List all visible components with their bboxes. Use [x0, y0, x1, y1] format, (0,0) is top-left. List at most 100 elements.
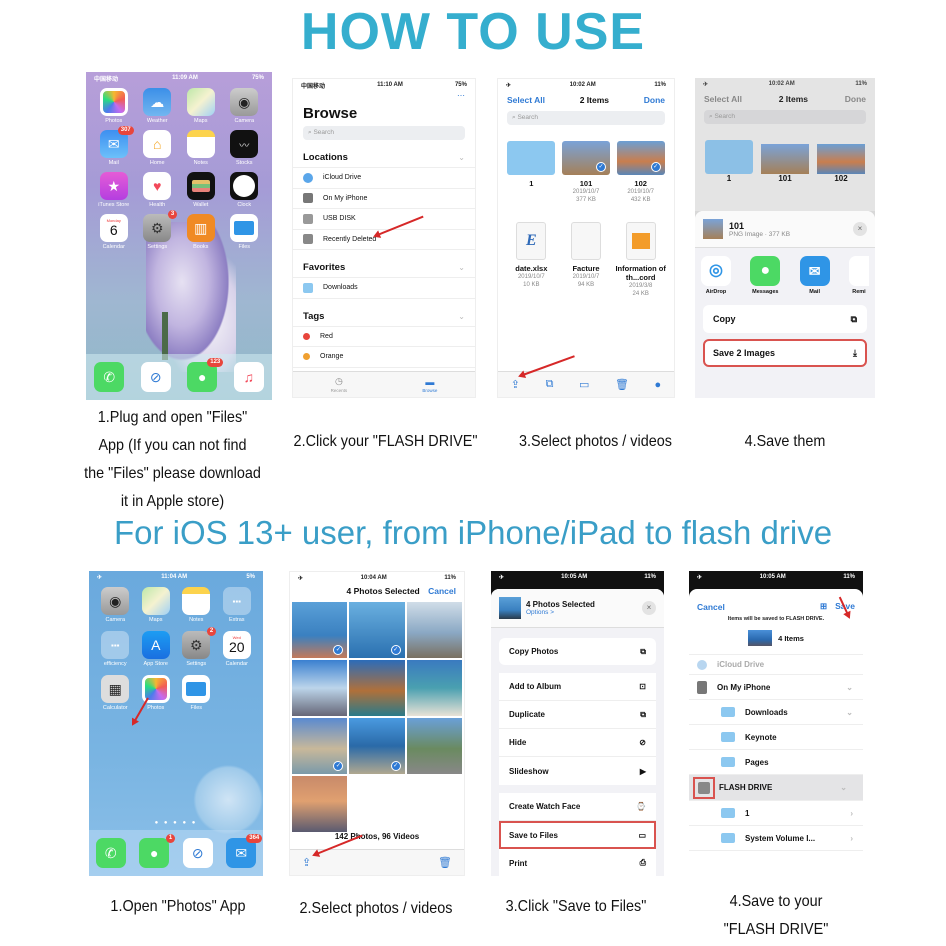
app-wallet[interactable]: Wallet	[179, 172, 223, 208]
app-calendar[interactable]: Monday 6 Calendar	[92, 214, 136, 250]
trash-icon[interactable]: 🗑	[438, 856, 452, 869]
folder-downloads[interactable]: Downloads ⌄	[689, 700, 863, 725]
cancel-button[interactable]: Cancel	[697, 602, 725, 612]
folder-system-volume[interactable]: System Volume I... ›	[689, 826, 863, 851]
app-settings[interactable]: ⚙ 2 Settings	[176, 627, 217, 667]
phone-icon[interactable]: ✆	[95, 838, 126, 868]
done-button[interactable]: Done	[845, 94, 866, 104]
action-slideshow[interactable]: Slideshow ▶	[499, 757, 656, 785]
photo-thumbnail[interactable]	[292, 660, 348, 716]
app-app-store[interactable]: A App Store	[136, 631, 177, 667]
app-maps[interactable]: Maps	[136, 587, 177, 623]
photo-thumbnail[interactable]: ✓	[292, 602, 348, 658]
share-reminders[interactable]: Remi	[848, 256, 869, 295]
share-mail[interactable]: ✉ Mail	[799, 256, 830, 295]
folder-keynote[interactable]: Keynote	[689, 725, 863, 750]
app-health[interactable]: ♥ Health	[136, 172, 180, 208]
duplicate-icon[interactable]: ⧉	[546, 378, 554, 391]
mail-icon[interactable]: ✉ 364	[226, 834, 263, 868]
location-icloud[interactable]: iCloud Drive	[293, 168, 475, 189]
app-mail[interactable]: ✉ 307 Mail	[92, 126, 136, 166]
location-on-my-iphone[interactable]: On My iPhone	[293, 189, 475, 209]
action-copy-photos[interactable]: Copy Photos ⧉	[499, 638, 656, 665]
folder-efficiency[interactable]: ▪▪▪ efficiency	[95, 631, 136, 667]
tab-browse[interactable]: ▬ Browse	[422, 377, 437, 393]
file-item[interactable]: 1	[504, 141, 559, 204]
location-flash-drive[interactable]: FLASH DRIVE ⌄	[689, 775, 863, 801]
app-files[interactable]: Files	[223, 214, 267, 250]
page-dots[interactable]: ● ● ● ● ●	[89, 820, 263, 826]
more-button[interactable]: ⋯	[293, 91, 475, 101]
options-link[interactable]: Options >	[526, 609, 642, 616]
folder-icon[interactable]: ▭	[579, 378, 589, 391]
file-item[interactable]: 102	[813, 140, 869, 183]
safari-icon[interactable]: ⊘	[140, 362, 171, 392]
action-duplicate[interactable]: Duplicate ⧉	[499, 701, 656, 729]
app-camera[interactable]: ◉ Camera	[95, 587, 136, 623]
location-usb-disk[interactable]: USB DISK	[293, 209, 475, 230]
app-files[interactable]: Files	[176, 675, 217, 711]
folder-extras[interactable]: ▪▪▪ Extras	[217, 587, 258, 623]
app-calendar[interactable]: Wed 20 Calendar	[217, 631, 258, 667]
close-icon[interactable]: ×	[853, 222, 867, 236]
file-item[interactable]: Edate.xlsx 2019/10/7 10 KB	[504, 222, 559, 298]
file-item[interactable]: 101	[757, 140, 813, 183]
file-item[interactable]: Facture 2019/10/7 94 KB	[559, 222, 614, 298]
section-locations[interactable]: Locations ⌄	[293, 140, 475, 168]
app-notes[interactable]: Notes	[179, 130, 223, 166]
favorite-downloads[interactable]: Downloads	[293, 278, 475, 299]
app-notes[interactable]: Notes	[176, 587, 217, 623]
select-all-button[interactable]: Select All	[507, 95, 545, 105]
share-airdrop[interactable]: ◎ AirDrop	[701, 256, 731, 295]
folder-pages[interactable]: Pages	[689, 750, 863, 775]
app-weather[interactable]: ☁ Weather	[136, 88, 180, 124]
app-camera[interactable]: ◉ Camera	[223, 88, 267, 124]
share-icon[interactable]: ⇪	[302, 856, 311, 869]
photo-thumbnail[interactable]: ✓	[349, 718, 405, 774]
done-button[interactable]: Done	[644, 95, 665, 105]
app-stocks[interactable]: 〰 Stocks	[223, 130, 267, 166]
photo-thumbnail[interactable]	[406, 602, 462, 658]
section-tags[interactable]: Tags ⌄	[293, 299, 475, 327]
app-books[interactable]: ▥ Books	[179, 214, 223, 250]
photo-thumbnail[interactable]: ✓	[292, 718, 348, 774]
safari-icon[interactable]: ⊘	[182, 838, 213, 868]
app-clock[interactable]: Clock	[223, 172, 267, 208]
tab-recents[interactable]: ◷ Recents	[331, 376, 348, 393]
messages-icon[interactable]: ● 123	[187, 358, 224, 392]
photo-thumbnail[interactable]	[349, 660, 405, 716]
select-all-button[interactable]: Select All	[704, 94, 742, 104]
action-save-to-files[interactable]: Save to Files ▭	[499, 821, 656, 849]
search-input[interactable]: ⌕ Search	[303, 126, 465, 140]
file-item[interactable]: ✓ 101 2019/10/7 377 KB	[559, 141, 614, 204]
cancel-button[interactable]: Cancel	[428, 586, 456, 596]
location-icloud[interactable]: iCloud Drive	[689, 655, 863, 675]
app-photos[interactable]: Photos	[92, 88, 136, 124]
tag-red[interactable]: Red	[293, 327, 475, 347]
action-save-images[interactable]: Save 2 Images ⤓	[703, 339, 867, 367]
share-messages[interactable]: ● Messages	[750, 256, 781, 295]
file-item[interactable]: ✓ 102 2019/10/7 432 KB	[613, 141, 668, 204]
app-maps[interactable]: Maps	[179, 88, 223, 124]
app-settings[interactable]: ⚙ 3 Settings	[136, 210, 180, 250]
file-item[interactable]: Information of th...cord 2019/3/8 24 KB	[613, 222, 668, 298]
more-icon[interactable]: ●	[655, 379, 662, 391]
file-item[interactable]: 1	[701, 140, 757, 183]
photo-thumbnail[interactable]	[292, 776, 348, 832]
phone-icon[interactable]: ✆	[94, 362, 125, 392]
photo-thumbnail[interactable]	[406, 660, 462, 716]
photo-thumbnail[interactable]	[406, 718, 462, 774]
app-home[interactable]: ⌂ Home	[136, 130, 180, 166]
photo-thumbnail[interactable]: ✓	[349, 602, 405, 658]
location-on-my-iphone[interactable]: On My iPhone ⌄	[689, 675, 863, 700]
messages-icon[interactable]: ● 1	[139, 834, 176, 868]
folder-1[interactable]: 1 ›	[689, 801, 863, 826]
app-itunes[interactable]: ★ iTunes Store	[92, 172, 136, 208]
search-input[interactable]: ⌕ Search	[507, 111, 665, 125]
music-icon[interactable]: ♫	[233, 362, 264, 392]
action-add-to-album[interactable]: Add to Album ⊡	[499, 673, 656, 701]
section-favorites[interactable]: Favorites ⌄	[293, 250, 475, 278]
trash-icon[interactable]: 🗑	[615, 378, 629, 391]
action-copy[interactable]: Copy ⧉	[703, 305, 867, 333]
action-hide[interactable]: Hide ⊘	[499, 729, 656, 757]
